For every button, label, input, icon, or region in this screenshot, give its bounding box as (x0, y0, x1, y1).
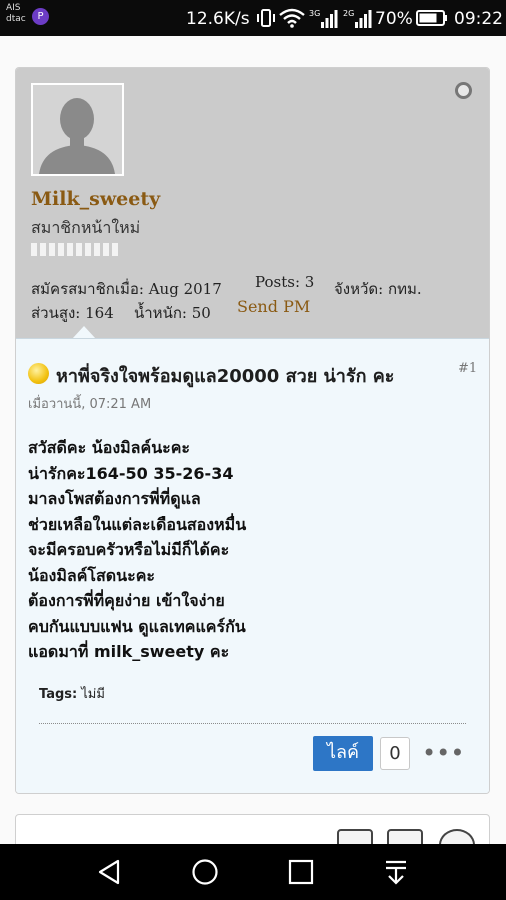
user-title: สมาชิกหน้าใหม่ (31, 218, 141, 237)
smiley-icon (28, 363, 49, 384)
wifi-icon (279, 8, 305, 28)
post-number-link[interactable]: #1 (458, 361, 477, 376)
user-height: ส่วนสูง: 164 (31, 304, 114, 322)
tags-value: ไม่มี (81, 687, 105, 702)
reputation-bar (31, 243, 118, 256)
default-avatar-icon (33, 85, 122, 174)
carrier-names: AIS dtac (6, 3, 26, 25)
send-pm-link[interactable]: Send PM (237, 297, 310, 316)
post-line: ต้องการพี่ที่คุยง่าย เข้าใจง่าย (28, 591, 225, 610)
join-date: สมัครสมาชิกเมื่อ: Aug 2017 (31, 280, 222, 298)
post-count: Posts: 3 (255, 273, 315, 291)
carrier-2: dtac (6, 14, 26, 24)
tags-row: Tags: ไม่มี (39, 683, 105, 704)
post-line: สวัสดีคะ น้องมิลค์นะคะ (28, 438, 191, 457)
post-line: น่ารักคะ164-50 35-26-34 (28, 463, 234, 483)
signal-3g-icon: 3G (309, 9, 338, 28)
post-line: ช่วยเหลือในแต่ละเดือนสองหมื่น (28, 514, 247, 534)
navigation-bar (0, 844, 506, 900)
post-body: หาพี่จริงใจพร้อมดูแล20000 สวย น่ารัก คะ … (16, 338, 489, 793)
like-count: 0 (380, 737, 410, 770)
notification-pull-icon[interactable] (382, 858, 410, 886)
post-line: น้องมิลค์โสดนะคะ (28, 565, 155, 585)
post-date: เมื่อวานนี้, 07:21 AM (28, 397, 152, 412)
back-icon[interactable] (96, 858, 124, 886)
divider (39, 723, 466, 724)
post-content: สวัสดีคะ น้องมิลค์นะคะ น่ารักคะ164-50 35… (28, 435, 246, 665)
network-1-label: 3G (309, 9, 320, 18)
post-title: หาพี่จริงใจพร้อมดูแล20000 สวย น่ารัก คะ (56, 366, 395, 387)
province: จังหวัด: กทม. (334, 280, 422, 298)
status-bar: AIS dtac P 12.6K/s 3G 2G 70% 09:22 (0, 0, 506, 36)
user-weight: น้ำหนัก: 50 (134, 304, 211, 322)
home-icon[interactable] (191, 858, 219, 886)
online-status-icon (455, 82, 472, 99)
app-notification-icon: P (32, 8, 49, 25)
network-2-label: 2G (343, 9, 354, 18)
post-line: คบกันแบบแฟน ดูแลเทคแคร์กัน (28, 616, 246, 636)
network-speed: 12.6K/s (186, 9, 250, 29)
vibrate-icon (257, 9, 275, 27)
avatar[interactable] (31, 83, 124, 176)
user-info-panel: Milk_sweety สมาชิกหน้าใหม่ สมัครสมาชิกเม… (16, 68, 489, 339)
recents-icon[interactable] (287, 858, 315, 886)
tags-label: Tags: (39, 687, 78, 702)
more-options-icon[interactable]: ••• (422, 739, 464, 767)
signal-2g-icon: 2G (343, 9, 372, 28)
next-post-card (15, 814, 490, 844)
post-card: Milk_sweety สมาชิกหน้าใหม่ สมัครสมาชิกเม… (15, 67, 490, 794)
battery-icon (416, 10, 447, 26)
post-line: จะมีครอบครัวหรือไม่มีก็ได้คะ (28, 540, 230, 559)
text-button[interactable] (387, 829, 423, 844)
clock: 09:22 (454, 9, 503, 29)
avatar-button[interactable] (439, 829, 475, 844)
quote-button[interactable] (337, 829, 373, 844)
post-line: มาลงโพสต้องการพี่ที่ดูแล (28, 489, 201, 508)
post-line: แอดมาที่ milk_sweety คะ (28, 642, 230, 661)
carrier-1: AIS (6, 3, 21, 13)
battery-percent: 70% (375, 9, 413, 29)
forum-page[interactable]: Milk_sweety สมาชิกหน้าใหม่ สมัครสมาชิกเม… (0, 36, 506, 844)
like-button[interactable]: ไลค์ (313, 736, 373, 771)
username-link[interactable]: Milk_sweety (31, 188, 160, 210)
